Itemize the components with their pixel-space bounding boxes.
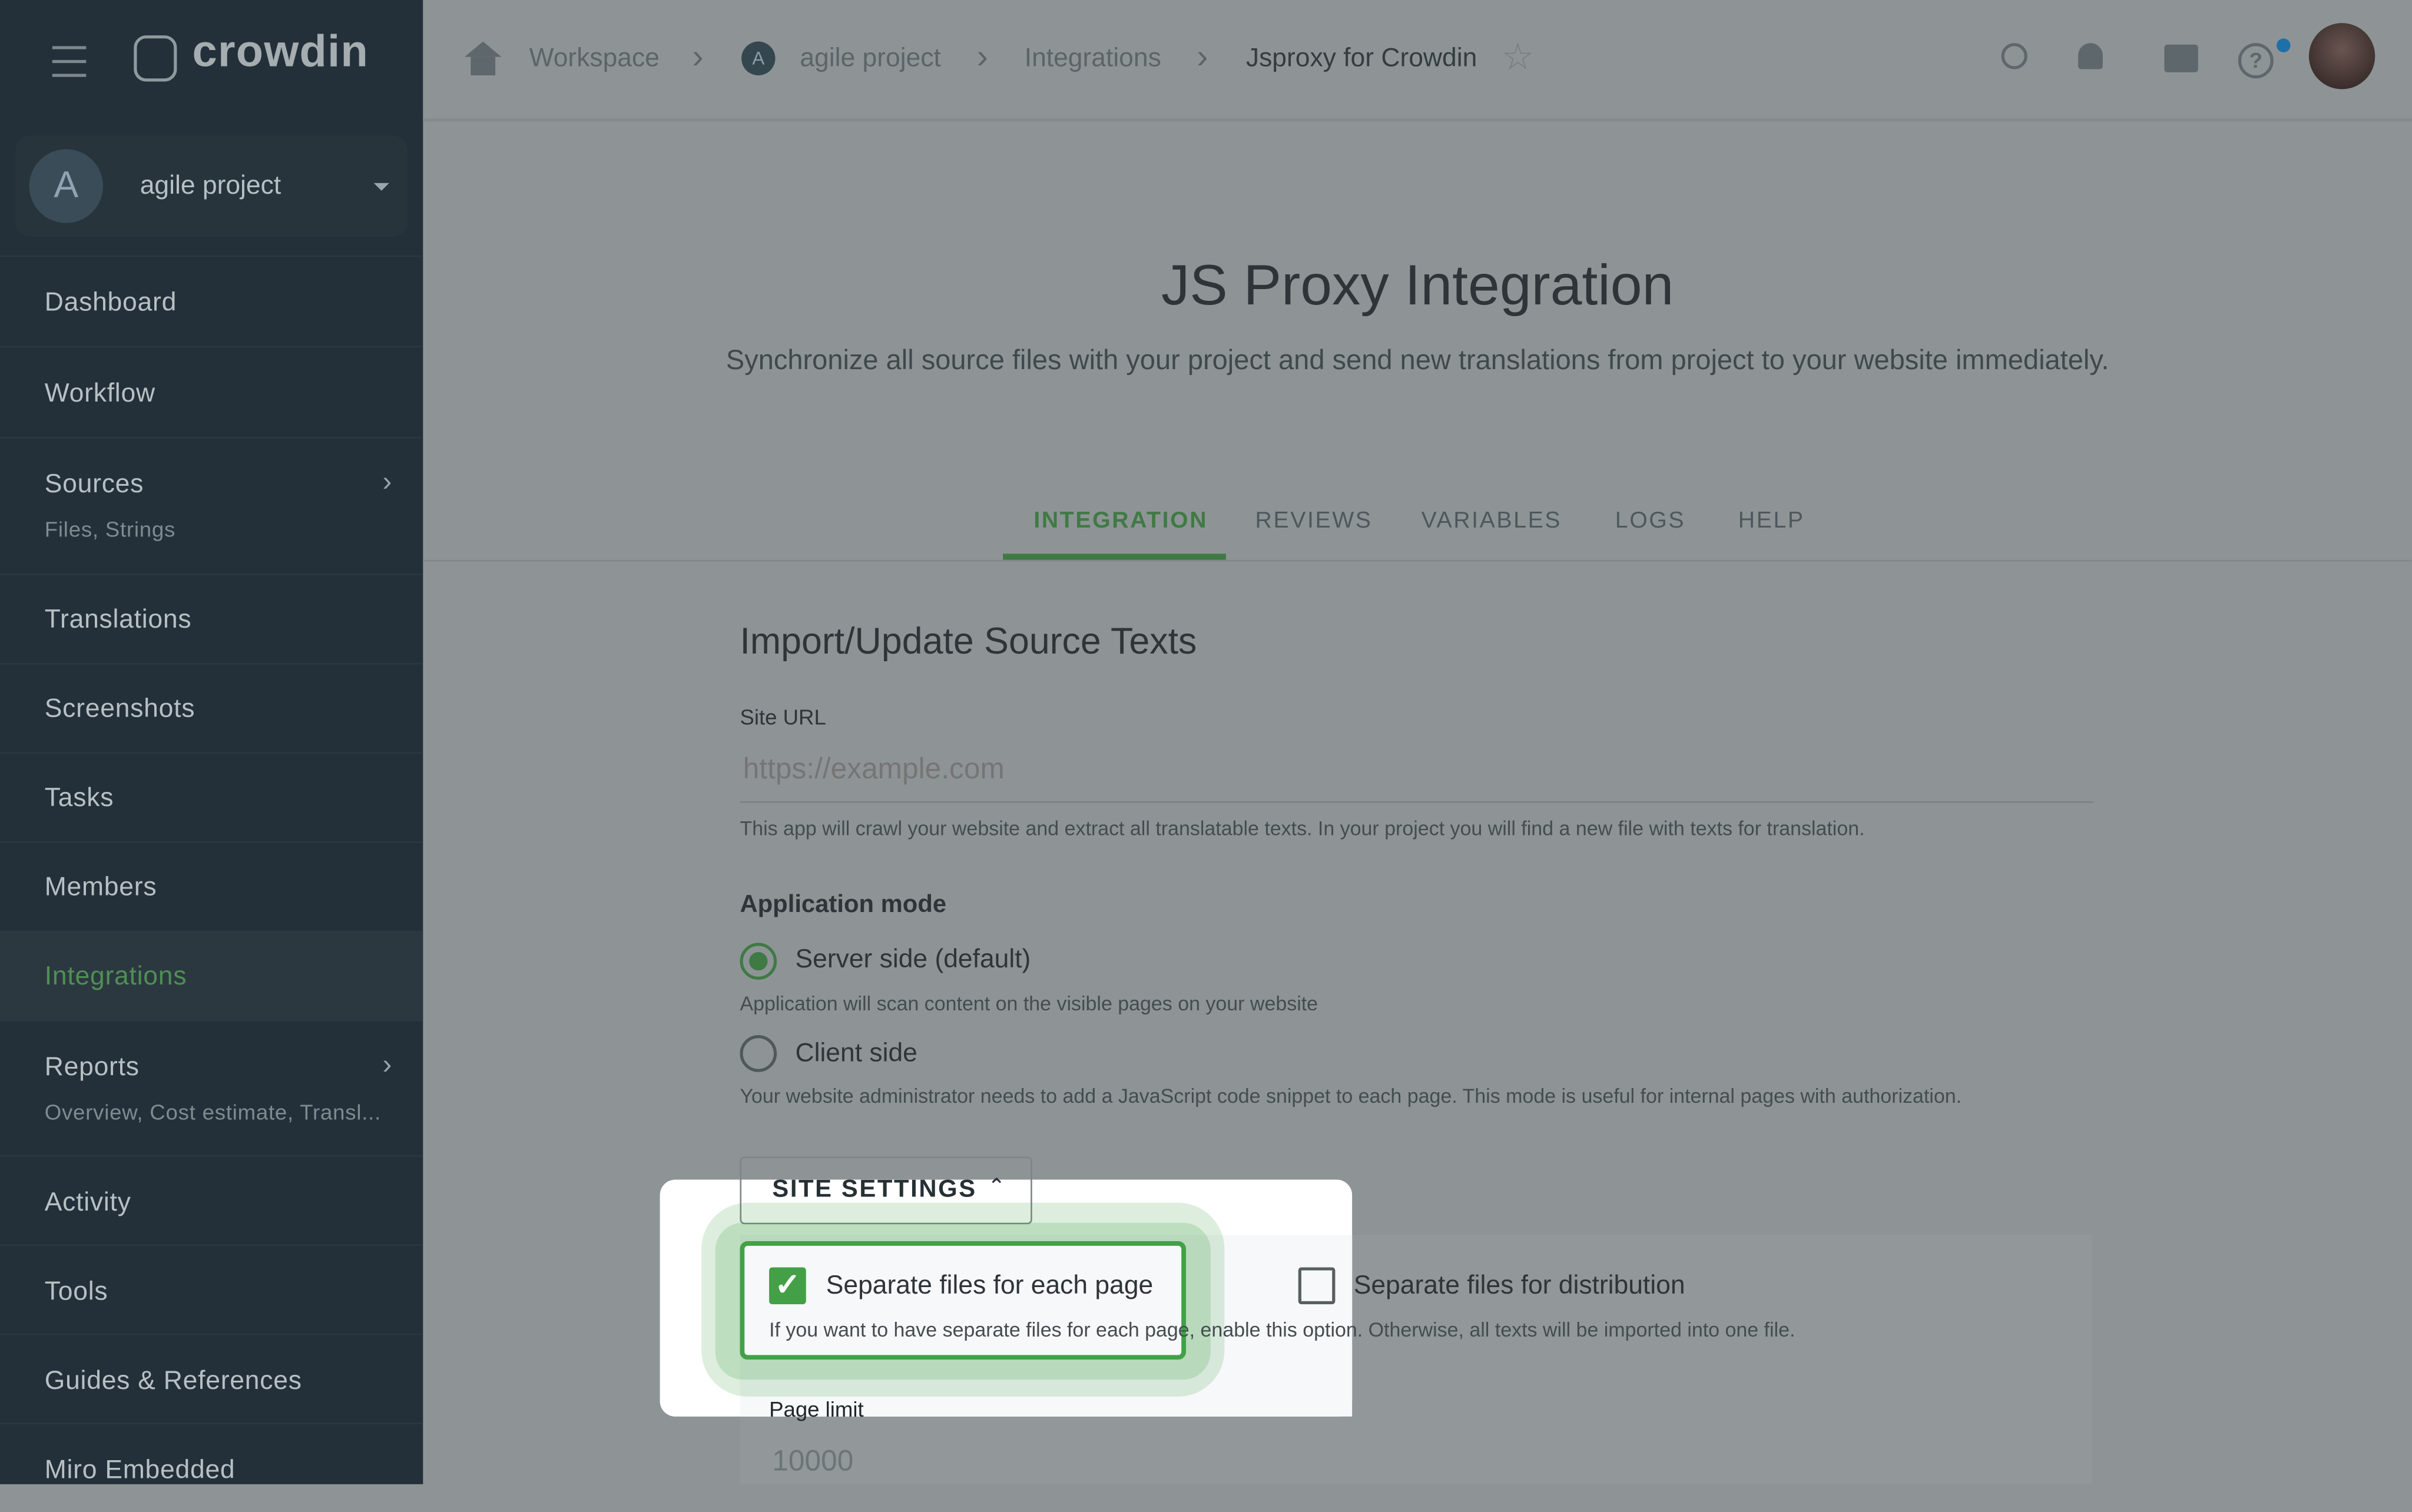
sidebar-item-screenshots[interactable]: Screenshots — [0, 662, 423, 752]
breadcrumb-workspace[interactable]: Workspace — [529, 43, 660, 74]
tab-logs[interactable]: LOGS — [1615, 508, 1685, 533]
checkbox-separate-distribution[interactable] — [1298, 1267, 1336, 1305]
tab-help[interactable]: HELP — [1738, 508, 1805, 533]
search-icon[interactable] — [2001, 43, 2027, 69]
help-icon[interactable]: ? — [2238, 43, 2274, 79]
sidebar-item-workflow[interactable]: Workflow — [0, 346, 423, 437]
sidebar-item-reports[interactable]: Reports Overview, Cost estimate, Transl..… — [0, 1019, 423, 1155]
home-icon-base — [471, 57, 496, 75]
sidebar-item-translations[interactable]: Translations — [0, 573, 423, 663]
sidebar-item-label: Activity — [44, 1187, 131, 1217]
hamburger-icon[interactable] — [52, 46, 87, 77]
sidebar-item-activity[interactable]: Activity — [0, 1155, 423, 1245]
breadcrumb-current: Jsproxy for Crowdin — [1245, 43, 1477, 72]
page-limit-input[interactable]: 10000 — [772, 1445, 853, 1479]
chevron-right-icon: › — [692, 37, 704, 75]
page-subtitle: Synchronize all source files with your p… — [725, 344, 2109, 376]
project-avatar: A — [29, 149, 104, 223]
site-url-input[interactable] — [740, 738, 2094, 803]
chat-icon[interactable] — [2164, 44, 2198, 72]
mode-label: Application mode — [740, 892, 947, 919]
tab-variables[interactable]: VARIABLES — [1422, 508, 1562, 533]
sidebar-item-label: Reports — [44, 1052, 140, 1082]
separate-pages-label[interactable]: Separate files for each page — [826, 1271, 1154, 1301]
sidebar-item-sources[interactable]: Sources Files, Strings › — [0, 436, 423, 573]
chevron-right-icon: › — [976, 37, 988, 75]
site-url-label: Site URL — [740, 704, 826, 730]
section-title: Import/Update Source Texts — [740, 621, 1197, 663]
chevron-right-icon: › — [382, 466, 393, 497]
radio-server-help: Application will scan content on the vis… — [740, 992, 1318, 1016]
sidebar-item-label: Miro Embedded — [44, 1455, 236, 1484]
separate-distribution-label[interactable]: Separate files for distribution — [1354, 1271, 1685, 1301]
sidebar-item-dashboard[interactable]: Dashboard — [0, 255, 423, 346]
sidebar-item-sub: Files, Strings — [44, 516, 176, 542]
project-selector[interactable]: A agile project — [15, 135, 408, 237]
page-limit-label: Page limit — [769, 1396, 864, 1421]
top-bar: Workspace › A agile project › Integratio… — [423, 0, 2412, 122]
sidebar-item-label: Members — [44, 872, 157, 901]
chevron-right-icon: › — [382, 1049, 393, 1080]
sidebar-item-tools[interactable]: Tools — [0, 1244, 423, 1334]
page-title: JS Proxy Integration — [1161, 254, 1674, 317]
sidebar-item-label: Screenshots — [44, 694, 196, 723]
breadcrumb-project[interactable]: agile project — [800, 43, 940, 74]
tabs-divider — [423, 559, 2412, 562]
active-tab-indicator — [1003, 553, 1226, 560]
sidebar-item-label: Workflow — [44, 378, 155, 408]
star-icon[interactable]: ☆ — [1502, 35, 1535, 80]
radio-server-label[interactable]: Server side (default) — [796, 944, 1031, 975]
radio-client-side[interactable] — [740, 1035, 777, 1072]
sidebar-item-tasks[interactable]: Tasks — [0, 752, 423, 841]
notification-dot — [2277, 38, 2291, 52]
sidebar: crowdin A agile project Dashboard Workfl… — [0, 0, 423, 1484]
radio-client-label[interactable]: Client side — [796, 1038, 917, 1069]
sidebar-item-integrations[interactable]: Integrations — [0, 930, 423, 1020]
separate-pages-help: If you want to have separate files for e… — [769, 1318, 1795, 1341]
caret-down-icon — [373, 183, 389, 198]
avatar[interactable] — [2308, 23, 2375, 89]
radio-server-side[interactable] — [740, 943, 777, 980]
bell-icon[interactable] — [2078, 43, 2103, 69]
sidebar-item-label: Translations — [44, 604, 192, 634]
sidebar-item-label: Integrations — [44, 961, 187, 991]
sidebar-item-miro[interactable]: Miro Embedded — [0, 1423, 423, 1512]
checkbox-separate-pages[interactable]: ✓ — [769, 1267, 806, 1305]
sidebar-item-guides[interactable]: Guides & References — [0, 1333, 423, 1423]
project-name: agile project — [140, 170, 281, 200]
radio-client-help: Your website administrator needs to add … — [740, 1084, 1962, 1108]
sidebar-item-label: Tools — [44, 1276, 108, 1306]
site-url-help: This app will crawl your website and ext… — [740, 817, 1865, 840]
logo[interactable]: crowdin — [193, 28, 369, 78]
breadcrumb-integrations[interactable]: Integrations — [1025, 43, 1161, 74]
chevron-right-icon: › — [1197, 37, 1208, 75]
sidebar-item-label: Tasks — [44, 782, 114, 813]
sidebar-item-sub: Overview, Cost estimate, Transl... — [44, 1099, 382, 1125]
tab-integration[interactable]: INTEGRATION — [1033, 508, 1208, 533]
tab-reviews[interactable]: REVIEWS — [1255, 508, 1373, 533]
sidebar-item-label: Sources — [44, 469, 144, 499]
sidebar-item-label: Dashboard — [44, 287, 177, 317]
home-icon[interactable] — [464, 41, 502, 57]
crowdin-logo-icon[interactable] — [134, 35, 177, 82]
chevron-up-icon: ⌃ — [988, 1173, 1006, 1198]
project-avatar-small: A — [741, 41, 776, 75]
sidebar-item-members[interactable]: Members — [0, 841, 423, 931]
site-settings-label: SITE SETTINGS — [772, 1176, 977, 1203]
sidebar-item-label: Guides & References — [44, 1365, 302, 1395]
